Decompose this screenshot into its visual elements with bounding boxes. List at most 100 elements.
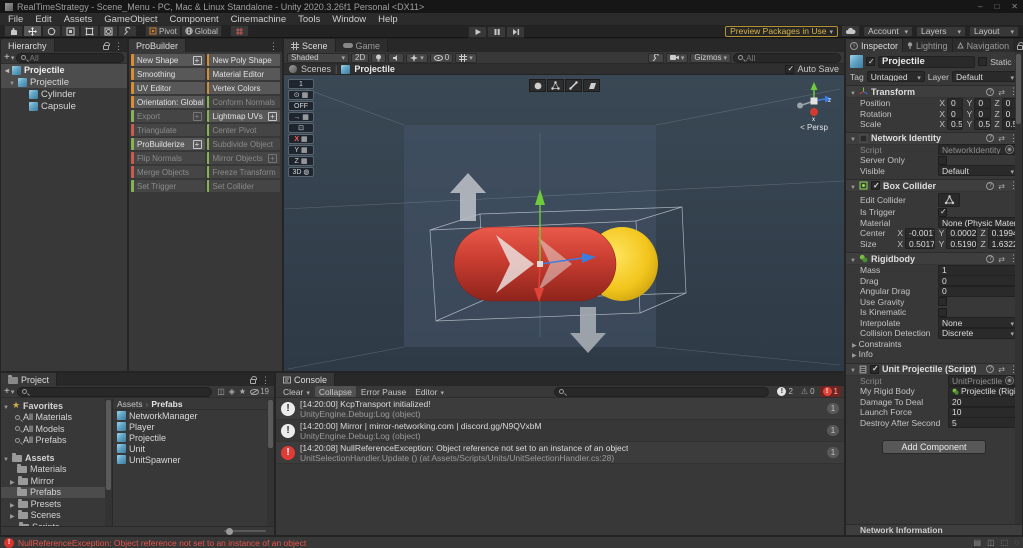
- asset-unit[interactable]: Unit: [113, 443, 274, 454]
- collab-history-icon[interactable]: ◫: [987, 538, 995, 547]
- audio-toggle-button[interactable]: [388, 52, 405, 63]
- scene-camera-settings-button[interactable]: [455, 52, 477, 63]
- orientation-gizmo[interactable]: z x < Persp: [790, 81, 838, 132]
- folder-materials[interactable]: Materials: [1, 464, 105, 476]
- lighting-toggle-button[interactable]: [371, 52, 387, 63]
- foldout-icon[interactable]: [850, 181, 856, 191]
- preview-packages-button[interactable]: Preview Packages in Use: [725, 25, 838, 37]
- network-identity-component-header[interactable]: Network Identity ?: [846, 131, 1022, 145]
- tab-project[interactable]: Project: [1, 373, 58, 386]
- project-list-scrollbar[interactable]: [267, 399, 274, 526]
- progrids-z-axis-button[interactable]: Z ▦: [288, 156, 314, 166]
- scene-visibility-button[interactable]: 0: [429, 52, 454, 63]
- menu-gameobject[interactable]: GameObject: [98, 14, 163, 25]
- probuilder-probuilderize-button[interactable]: ProBuilderize +: [131, 138, 205, 150]
- object-mode-button[interactable]: [529, 79, 546, 92]
- hand-tool-button[interactable]: [4, 25, 23, 37]
- probuilder-conform-normals-button[interactable]: Conform Normals: [206, 96, 280, 108]
- probuilder-material-editor-button[interactable]: Material Editor: [206, 68, 280, 80]
- menu-window[interactable]: Window: [326, 14, 372, 25]
- console-log-entry[interactable]: ! [14:20:00] Mirror | mirror-networking.…: [276, 420, 844, 442]
- visible-dropdown[interactable]: Default: [938, 165, 1018, 177]
- use-gravity-checkbox[interactable]: [938, 297, 947, 307]
- tab-probuilder[interactable]: ProBuilder: [129, 39, 187, 52]
- rotation-x-field[interactable]: 0: [947, 108, 964, 120]
- menu-cinemachine[interactable]: Cinemachine: [225, 14, 292, 25]
- favorite-all-prefabs[interactable]: All Prefabs: [1, 435, 105, 447]
- play-button[interactable]: [468, 25, 487, 38]
- hierarchy-item-capsule[interactable]: Capsule: [1, 100, 127, 112]
- layout-dropdown[interactable]: Layout: [969, 25, 1019, 37]
- rigidbody-component-header[interactable]: Rigidbody ?: [846, 252, 1022, 265]
- object-picker-icon[interactable]: ◉: [1005, 376, 1014, 386]
- minimize-button[interactable]: –: [978, 2, 982, 11]
- rotation-y-field[interactable]: 0: [974, 108, 991, 120]
- error-pause-button[interactable]: Error Pause: [357, 386, 410, 397]
- package-manager-icon[interactable]: ⬚: [1001, 538, 1009, 547]
- clear-button[interactable]: Clear: [279, 386, 314, 397]
- probuilder-lightmap-uvs-button[interactable]: Lightmap UVs +: [206, 110, 280, 122]
- probuilder-uv-editor-button[interactable]: UV Editor: [131, 82, 205, 94]
- folder-prefabs[interactable]: Prefabs: [1, 486, 105, 498]
- my-rigid-body-field[interactable]: Projectile (Rigidbody)◉: [948, 385, 1018, 397]
- tab-inspector[interactable]: i Inspector: [846, 39, 904, 52]
- status-bar[interactable]: ! NullReferenceException: Object referen…: [0, 536, 1023, 548]
- console-window-icon[interactable]: ▤: [974, 538, 982, 547]
- draw-mode-dropdown[interactable]: Shaded: [287, 52, 349, 63]
- account-dropdown[interactable]: Account: [863, 25, 913, 37]
- asset-networkmanager[interactable]: NetworkManager: [113, 410, 274, 421]
- panel-menu-icon[interactable]: [114, 41, 123, 52]
- damage-to-deal-field[interactable]: 20: [948, 396, 1018, 408]
- progrids-3d-button[interactable]: 3D ◍: [288, 167, 314, 177]
- editor-dropdown[interactable]: Editor: [411, 386, 448, 397]
- probuilder-export-button[interactable]: Export +: [131, 110, 205, 122]
- panel-menu-icon[interactable]: [269, 41, 278, 52]
- foldout-icon[interactable]: [852, 339, 857, 349]
- menu-edit[interactable]: Edit: [29, 14, 57, 25]
- collab-icon[interactable]: ◫: [217, 387, 225, 396]
- panel-menu-icon[interactable]: [261, 375, 270, 386]
- help-icon[interactable]: ?: [986, 254, 995, 263]
- tab-console[interactable]: Console: [276, 373, 336, 386]
- edit-collider-button[interactable]: [938, 192, 960, 207]
- network-information-header[interactable]: Network Information: [846, 524, 1022, 535]
- vertex-mode-button[interactable]: [547, 79, 564, 92]
- menu-help[interactable]: Help: [372, 14, 404, 25]
- progrids-y-axis-button[interactable]: Y ▦: [288, 145, 314, 155]
- global-toggle-button[interactable]: Global: [180, 25, 222, 37]
- favorite-all-materials[interactable]: All Materials: [1, 412, 105, 424]
- scale-y-field[interactable]: 0.5: [974, 118, 991, 130]
- scale-tool-button[interactable]: [61, 25, 80, 37]
- gizmos-dropdown[interactable]: Gizmos: [690, 52, 731, 63]
- progrids-snap-off-button[interactable]: OFF: [288, 101, 314, 111]
- rect-tool-button[interactable]: [80, 25, 99, 37]
- breadcrumb-scenes[interactable]: Scenes: [301, 64, 331, 74]
- hierarchy-item-projectile[interactable]: Projectile: [1, 76, 127, 88]
- progrids-snap-value-button[interactable]: 1: [288, 79, 314, 89]
- tab-game[interactable]: Game: [335, 39, 389, 52]
- probuilder-set-trigger-button[interactable]: Set Trigger: [131, 180, 205, 192]
- console-search-input[interactable]: [567, 386, 765, 397]
- constraints-foldout[interactable]: Constraints: [859, 339, 902, 349]
- hidden-packages-count[interactable]: 19: [250, 387, 269, 396]
- interpolate-dropdown[interactable]: None: [938, 317, 1018, 329]
- probuilder-subdivide-object-button[interactable]: Subdivide Object: [206, 138, 280, 150]
- edge-mode-button[interactable]: [565, 79, 582, 92]
- asset-projectile[interactable]: Projectile: [113, 432, 274, 443]
- breadcrumb-prefabs[interactable]: Prefabs: [151, 399, 182, 409]
- favorites-foldout[interactable]: ★Favorites: [1, 400, 105, 412]
- options-plus-icon[interactable]: +: [192, 55, 202, 65]
- custom-tool-button[interactable]: [118, 25, 137, 37]
- progrids-push-to-grid-button[interactable]: → ▦: [288, 112, 314, 122]
- help-icon[interactable]: ?: [986, 181, 995, 190]
- probuilder-orientation-button[interactable]: Orientation: Global: [131, 96, 205, 108]
- info-count-badge[interactable]: ! 2: [774, 386, 795, 397]
- static-checkbox[interactable]: [978, 57, 988, 66]
- progrids-x-axis-button[interactable]: X ▦: [288, 134, 314, 144]
- lock-icon[interactable]: [1017, 42, 1023, 50]
- presets-icon[interactable]: [998, 87, 1005, 97]
- probuilder-smoothing-button[interactable]: Smoothing: [131, 68, 205, 80]
- position-y-field[interactable]: 0: [974, 97, 991, 109]
- warning-count-badge[interactable]: ⚠ 0: [798, 386, 818, 397]
- folder-presets[interactable]: Presets: [1, 498, 105, 510]
